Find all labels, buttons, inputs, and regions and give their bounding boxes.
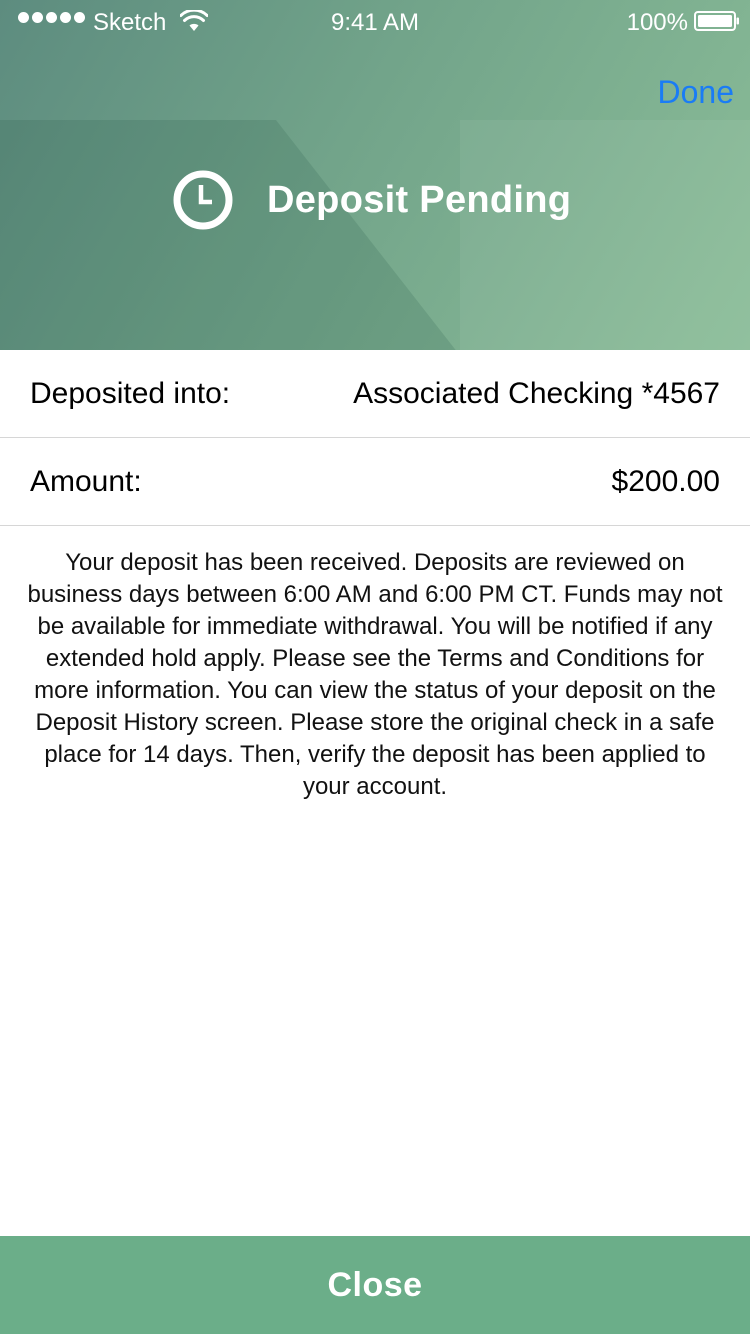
close-button[interactable]: Close (0, 1236, 750, 1334)
header-banner: Sketch 9:41 AM 100% Done Deposit Pending (0, 0, 750, 350)
deposit-info-message: Your deposit has been received. Deposits… (27, 549, 723, 800)
deposited-into-row: Deposited into: Associated Checking *456… (0, 350, 750, 438)
status-bar: Sketch 9:41 AM 100% (0, 0, 750, 44)
amount-label: Amount: (30, 464, 142, 498)
amount-value: $200.00 (611, 464, 720, 498)
page-title: Deposit Pending (267, 178, 572, 221)
done-button[interactable]: Done (658, 74, 735, 111)
deposited-into-label: Deposited into: (30, 376, 231, 410)
amount-row: Amount: $200.00 (0, 438, 750, 526)
clock-icon (173, 170, 233, 230)
deposited-into-value: Associated Checking *4567 (353, 376, 720, 410)
header-background-shape (460, 120, 750, 350)
title-row: Deposit Pending (172, 168, 571, 232)
battery-percentage: 100% (626, 9, 688, 36)
battery-icon (694, 11, 739, 31)
